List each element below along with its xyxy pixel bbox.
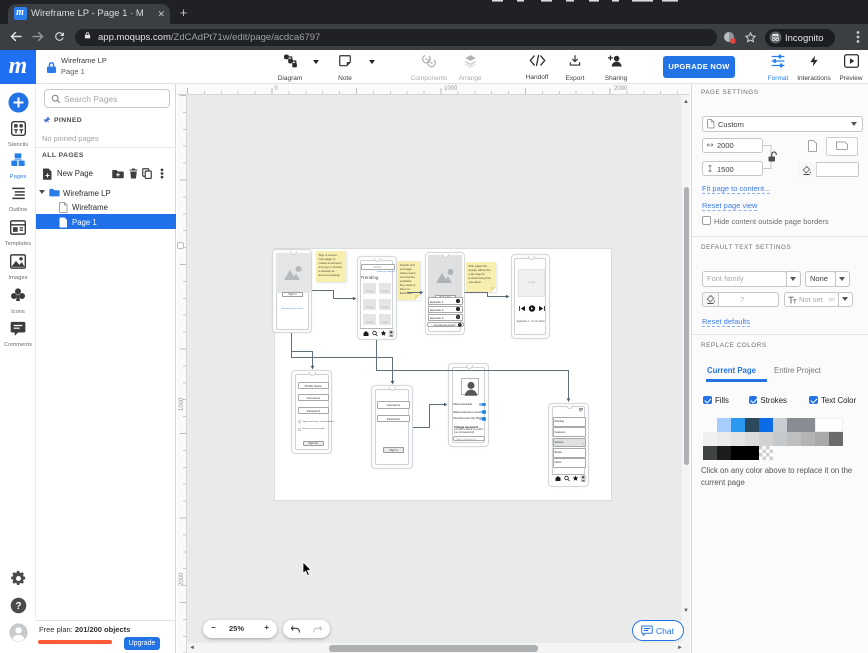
svg-text:?: ? [15, 601, 21, 612]
